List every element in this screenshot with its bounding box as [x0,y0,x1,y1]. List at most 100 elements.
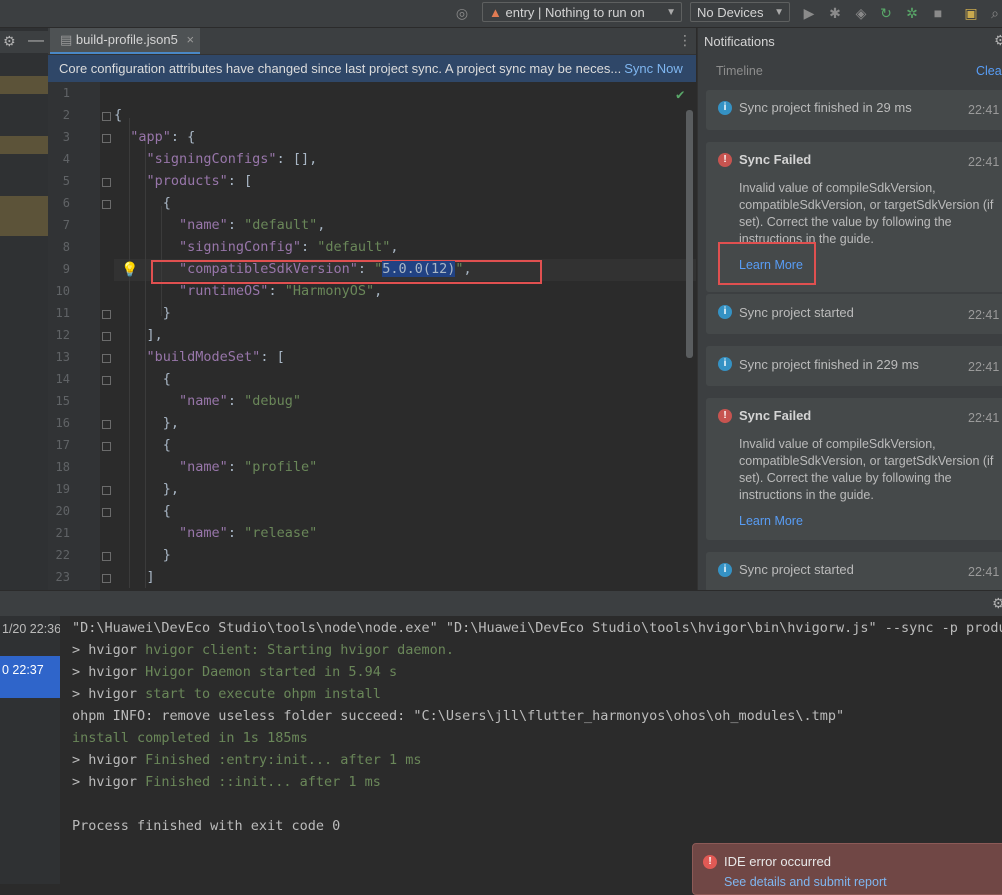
notification-card[interactable]: i Sync project started 22:41 [706,552,1002,590]
history-item[interactable]: 1/20 22:36 [2,622,61,636]
code-line: "signingConfig": "default", [114,239,398,255]
line-number: 15 [55,394,70,408]
json-punct: : { [170,129,196,145]
line-number: 5 [62,174,70,188]
json-string: "release" [244,525,318,541]
line-number: 11 [55,306,70,320]
project-structure-icon[interactable]: ▣ [962,4,980,22]
editor-scrollbar[interactable] [686,110,693,358]
run-config-dropdown[interactable]: ▲ entry | Nothing to run on ▼ [482,2,682,22]
sync-now-link[interactable]: Sync Now [624,61,683,76]
json-string: "HarmonyOS" [284,283,375,299]
tree-row-highlight[interactable] [0,136,48,154]
profile-icon[interactable]: ◈ [852,4,870,22]
json-punct: }, [114,415,180,431]
run-icon[interactable]: ▶ [800,4,818,22]
search-everywhere-icon[interactable]: ⌕ [986,4,1002,22]
sync-icon[interactable]: ↻ [877,4,895,22]
json-punct: { [114,195,171,211]
tab-build-profile[interactable]: ▤ build-profile.json5 × [50,28,201,54]
fold-marker-icon[interactable] [102,486,111,495]
notification-card[interactable]: i Sync project finished in 229 ms 22:41 [706,346,1002,386]
console-line: "D:\Huawei\DevEco Studio\tools\node\node… [72,620,1002,636]
line-number: 16 [55,416,70,430]
build-icon[interactable]: ✲ [903,4,921,22]
tree-row-highlight[interactable] [0,196,48,236]
selected-text: 5.0.0(12) [382,261,456,277]
hide-icon[interactable]: — [28,32,44,50]
fold-marker-icon[interactable] [102,178,111,187]
tree-row-highlight[interactable] [0,76,48,94]
json-key: "products" [146,173,228,189]
json-punct: ], [114,327,163,343]
gear-icon[interactable]: ⚙ [3,33,16,50]
gear-icon[interactable]: ⚙ [992,595,1002,612]
run-config-label: entry | Nothing to run on [505,5,645,20]
annotation-box [718,242,816,285]
fold-marker-icon[interactable] [102,354,111,363]
notification-card[interactable]: i Sync project started 22:41 [706,294,1002,334]
fold-marker-icon[interactable] [102,442,111,451]
console-line: > hvigor Finished ::init... after 1 ms [72,774,381,790]
json-punct: { [114,371,171,387]
debug-icon[interactable]: ✱ [826,4,844,22]
fold-marker-icon[interactable] [102,574,111,583]
device-dropdown[interactable]: No Devices ▼ [690,2,790,22]
fold-marker-icon[interactable] [102,552,111,561]
code-line: "runtimeOS": "HarmonyOS", [114,283,382,299]
chevron-down-icon: ▼ [774,7,784,18]
code-line: ] [114,569,155,585]
json-punct: : [227,525,245,541]
project-panel-header: ⚙ — [0,31,48,53]
fold-marker-icon[interactable] [102,376,111,385]
json-punct: { [114,107,123,123]
fold-marker-icon[interactable] [102,508,111,517]
ide-error-balloon[interactable]: ! IDE error occurred See details and sub… [692,843,1002,895]
code-line: { [114,437,171,453]
more-icon[interactable]: ⋮ [678,32,692,49]
project-panel-strip: ⚙ — [0,28,48,590]
notification-card[interactable]: ! Sync Failed 22:41 Invalid value of com… [706,142,1002,292]
json-punct: } [114,305,171,321]
json-punct [114,151,147,167]
console-line: > hvigor Finished :entry:init... after 1… [72,752,422,768]
fold-marker-icon[interactable] [102,332,111,341]
line-number: 7 [62,218,70,232]
console-text: > hvigor [72,686,146,702]
json-punct: } [114,547,171,563]
fold-marker-icon[interactable] [102,134,111,143]
fold-marker-icon[interactable] [102,310,111,319]
code-editor[interactable]: ✔ 💡 1 2{3 "app": {4 "signingConfigs": [],… [48,82,696,590]
fold-marker-icon[interactable] [102,200,111,209]
console-text: > hvigor [72,774,146,790]
notification-card[interactable]: ! Sync Failed 22:41 Invalid value of com… [706,398,1002,540]
json-key: "name" [179,393,228,409]
json-punct [114,129,130,145]
console-text: > hvigor [72,642,146,658]
notification-card[interactable]: i Sync project finished in 29 ms 22:41 [706,90,1002,130]
fold-marker-icon[interactable] [102,420,111,429]
close-icon[interactable]: × [186,32,194,47]
tab-label: build-profile.json5 [75,32,178,47]
line-number: 8 [62,240,70,254]
json-punct [114,239,179,255]
notification-title: Sync Failed [739,152,812,167]
line-number: 23 [55,570,70,584]
json-punct [114,459,179,475]
target-icon[interactable]: ◎ [453,4,471,22]
json-string: "debug" [244,393,301,409]
code-line: { [114,195,171,211]
code-line: }, [114,481,179,497]
fold-marker-icon[interactable] [102,112,111,121]
history-item-selected[interactable]: 0 22:37 [0,656,60,698]
timeline-label: Timeline [716,64,763,78]
json-punct: }, [114,481,180,497]
code-line: "name": "default", [114,217,325,233]
history-item-label: 0 22:37 [2,663,44,677]
ide-error-link[interactable]: See details and submit report [724,875,887,889]
code-line: "compatibleSdkVersion": "5.0.0(12)", [114,261,472,277]
clear-link[interactable]: Clear [976,64,1002,78]
gear-icon[interactable]: ⚙ [994,32,1002,49]
stop-icon[interactable]: ■ [929,4,947,22]
learn-more-link[interactable]: Learn More [739,514,803,528]
